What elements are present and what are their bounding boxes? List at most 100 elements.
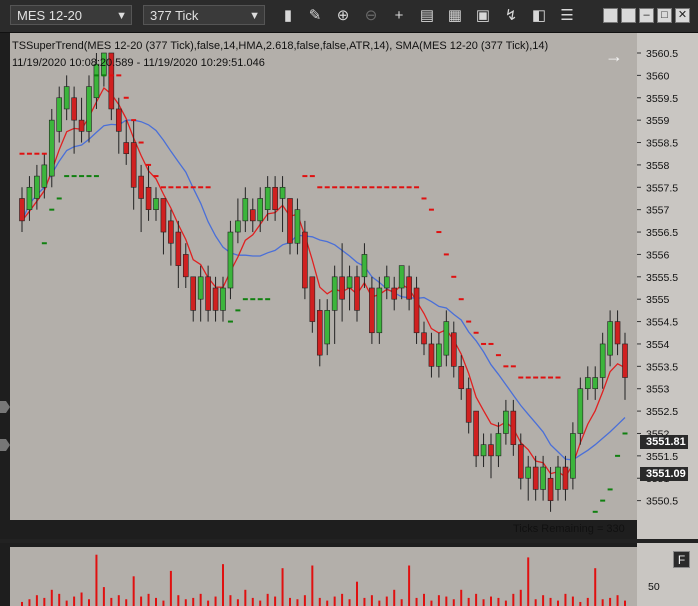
candle-body bbox=[398, 265, 405, 289]
candle-body bbox=[346, 276, 353, 289]
volume-bar bbox=[289, 597, 291, 606]
volume-bar bbox=[616, 595, 619, 606]
candle-body bbox=[316, 310, 323, 356]
candle-body bbox=[123, 142, 130, 155]
volume-bar bbox=[549, 597, 552, 606]
chart-trader-icon[interactable]: ☰ bbox=[557, 6, 577, 26]
candle-body bbox=[168, 220, 174, 244]
volume-bar bbox=[415, 597, 418, 606]
candle-body bbox=[272, 186, 278, 210]
volume-bar bbox=[259, 600, 262, 606]
volume-bar bbox=[393, 589, 396, 606]
candle-body bbox=[287, 198, 293, 244]
candle-body bbox=[220, 287, 226, 311]
candle-body bbox=[354, 276, 360, 311]
candle-body bbox=[249, 209, 256, 222]
candle-body bbox=[413, 287, 420, 334]
candle-body bbox=[614, 321, 621, 345]
candle-body bbox=[540, 466, 546, 490]
volume-bar bbox=[162, 600, 165, 606]
zoom-in-icon[interactable]: ⊕ bbox=[333, 6, 353, 26]
candle-body bbox=[160, 198, 167, 233]
candle-body bbox=[56, 97, 63, 132]
volume-bar bbox=[28, 599, 31, 606]
candle-body bbox=[480, 444, 487, 457]
volume-bar bbox=[437, 595, 440, 606]
volume-bar bbox=[80, 592, 83, 606]
volume-bar bbox=[423, 593, 425, 606]
candle-body bbox=[383, 276, 390, 289]
y-tick-label: 3557 bbox=[646, 205, 670, 217]
volume-bar bbox=[348, 599, 351, 606]
candle-body bbox=[510, 410, 517, 445]
volume-bar bbox=[564, 593, 567, 606]
crosshair-icon[interactable]: + bbox=[389, 6, 409, 26]
y-tick-label: 3559.5 bbox=[646, 93, 678, 105]
volume-bar bbox=[445, 596, 448, 606]
chart-toolbar: MES 12-20 ▼ 377 Tick ▼ ▮ ✎ ⊕ ⊖ + ▤ ▦ ▣ ↯… bbox=[0, 0, 698, 33]
candle-body bbox=[41, 164, 48, 188]
volume-bar bbox=[311, 565, 314, 606]
y-tick-label: 3559 bbox=[646, 115, 670, 127]
volume-bar bbox=[177, 595, 180, 606]
volume-bar bbox=[102, 587, 105, 606]
candle-body bbox=[63, 86, 70, 110]
tile-icon[interactable] bbox=[603, 8, 618, 23]
candle-body bbox=[138, 175, 144, 199]
volume-bar bbox=[274, 596, 277, 606]
y-tick-label: 3551.5 bbox=[646, 451, 678, 463]
volume-bar bbox=[363, 597, 366, 606]
volume-bar bbox=[88, 599, 90, 606]
candle-body bbox=[331, 276, 338, 311]
chart-area[interactable]: 3550.535513551.535523552.535533553.53554… bbox=[0, 33, 698, 606]
close-icon[interactable]: ✕ bbox=[675, 8, 690, 23]
maximize-icon[interactable]: □ bbox=[657, 8, 672, 23]
volume-bar bbox=[266, 593, 269, 606]
indicators-icon[interactable]: ↯ bbox=[501, 6, 521, 26]
volume-bar bbox=[58, 593, 61, 606]
candle-body bbox=[294, 209, 301, 244]
f-button[interactable]: F bbox=[673, 551, 690, 568]
volume-axis-label: 50 bbox=[648, 581, 660, 593]
candle-body bbox=[34, 175, 40, 199]
volume-bar bbox=[341, 593, 344, 606]
volume-bar bbox=[229, 595, 232, 606]
candle-body bbox=[421, 332, 427, 345]
scroll-to-latest-icon[interactable]: → bbox=[604, 46, 624, 66]
candle-body bbox=[197, 276, 204, 300]
volume-bar bbox=[609, 597, 612, 606]
chart-canvas[interactable]: 3550.535513551.535523552.535533553.53554… bbox=[0, 33, 698, 606]
strategies-icon[interactable]: ▣ bbox=[473, 6, 493, 26]
candle-body bbox=[93, 63, 100, 99]
volume-bar bbox=[43, 597, 46, 606]
chevron-down-icon: ▼ bbox=[116, 10, 127, 22]
candle-body bbox=[86, 86, 92, 132]
data-box-icon[interactable]: ▤ bbox=[417, 6, 437, 26]
y-tick-label: 3557.5 bbox=[646, 182, 678, 194]
candle-body bbox=[473, 410, 479, 457]
interval-selector[interactable]: 377 Tick ▼ bbox=[143, 5, 265, 25]
volume-bar bbox=[460, 589, 463, 606]
bar-type-icon[interactable]: ▮ bbox=[278, 6, 298, 26]
volume-bar bbox=[21, 601, 23, 606]
volume-bar bbox=[251, 597, 254, 606]
candle-body bbox=[115, 108, 122, 132]
minimize-icon[interactable]: – bbox=[639, 8, 654, 23]
y-tick-label: 3560.5 bbox=[646, 48, 678, 60]
volume-bar bbox=[199, 593, 202, 606]
templates-icon[interactable]: ◧ bbox=[529, 6, 549, 26]
properties-icon[interactable]: ▦ bbox=[445, 6, 465, 26]
volume-bar bbox=[95, 554, 98, 606]
tile-icon[interactable] bbox=[621, 8, 636, 23]
volume-bar bbox=[110, 597, 113, 606]
candle-body bbox=[48, 119, 55, 177]
volume-bar bbox=[370, 595, 373, 606]
candle-body bbox=[71, 97, 77, 121]
candle-body bbox=[622, 343, 628, 378]
candle-body bbox=[78, 119, 85, 132]
zoom-out-icon[interactable]: ⊖ bbox=[361, 6, 381, 26]
volume-bar bbox=[117, 595, 120, 606]
instrument-selector[interactable]: MES 12-20 ▼ bbox=[10, 5, 132, 25]
candle-body bbox=[450, 332, 457, 367]
draw-pencil-icon[interactable]: ✎ bbox=[305, 6, 325, 26]
